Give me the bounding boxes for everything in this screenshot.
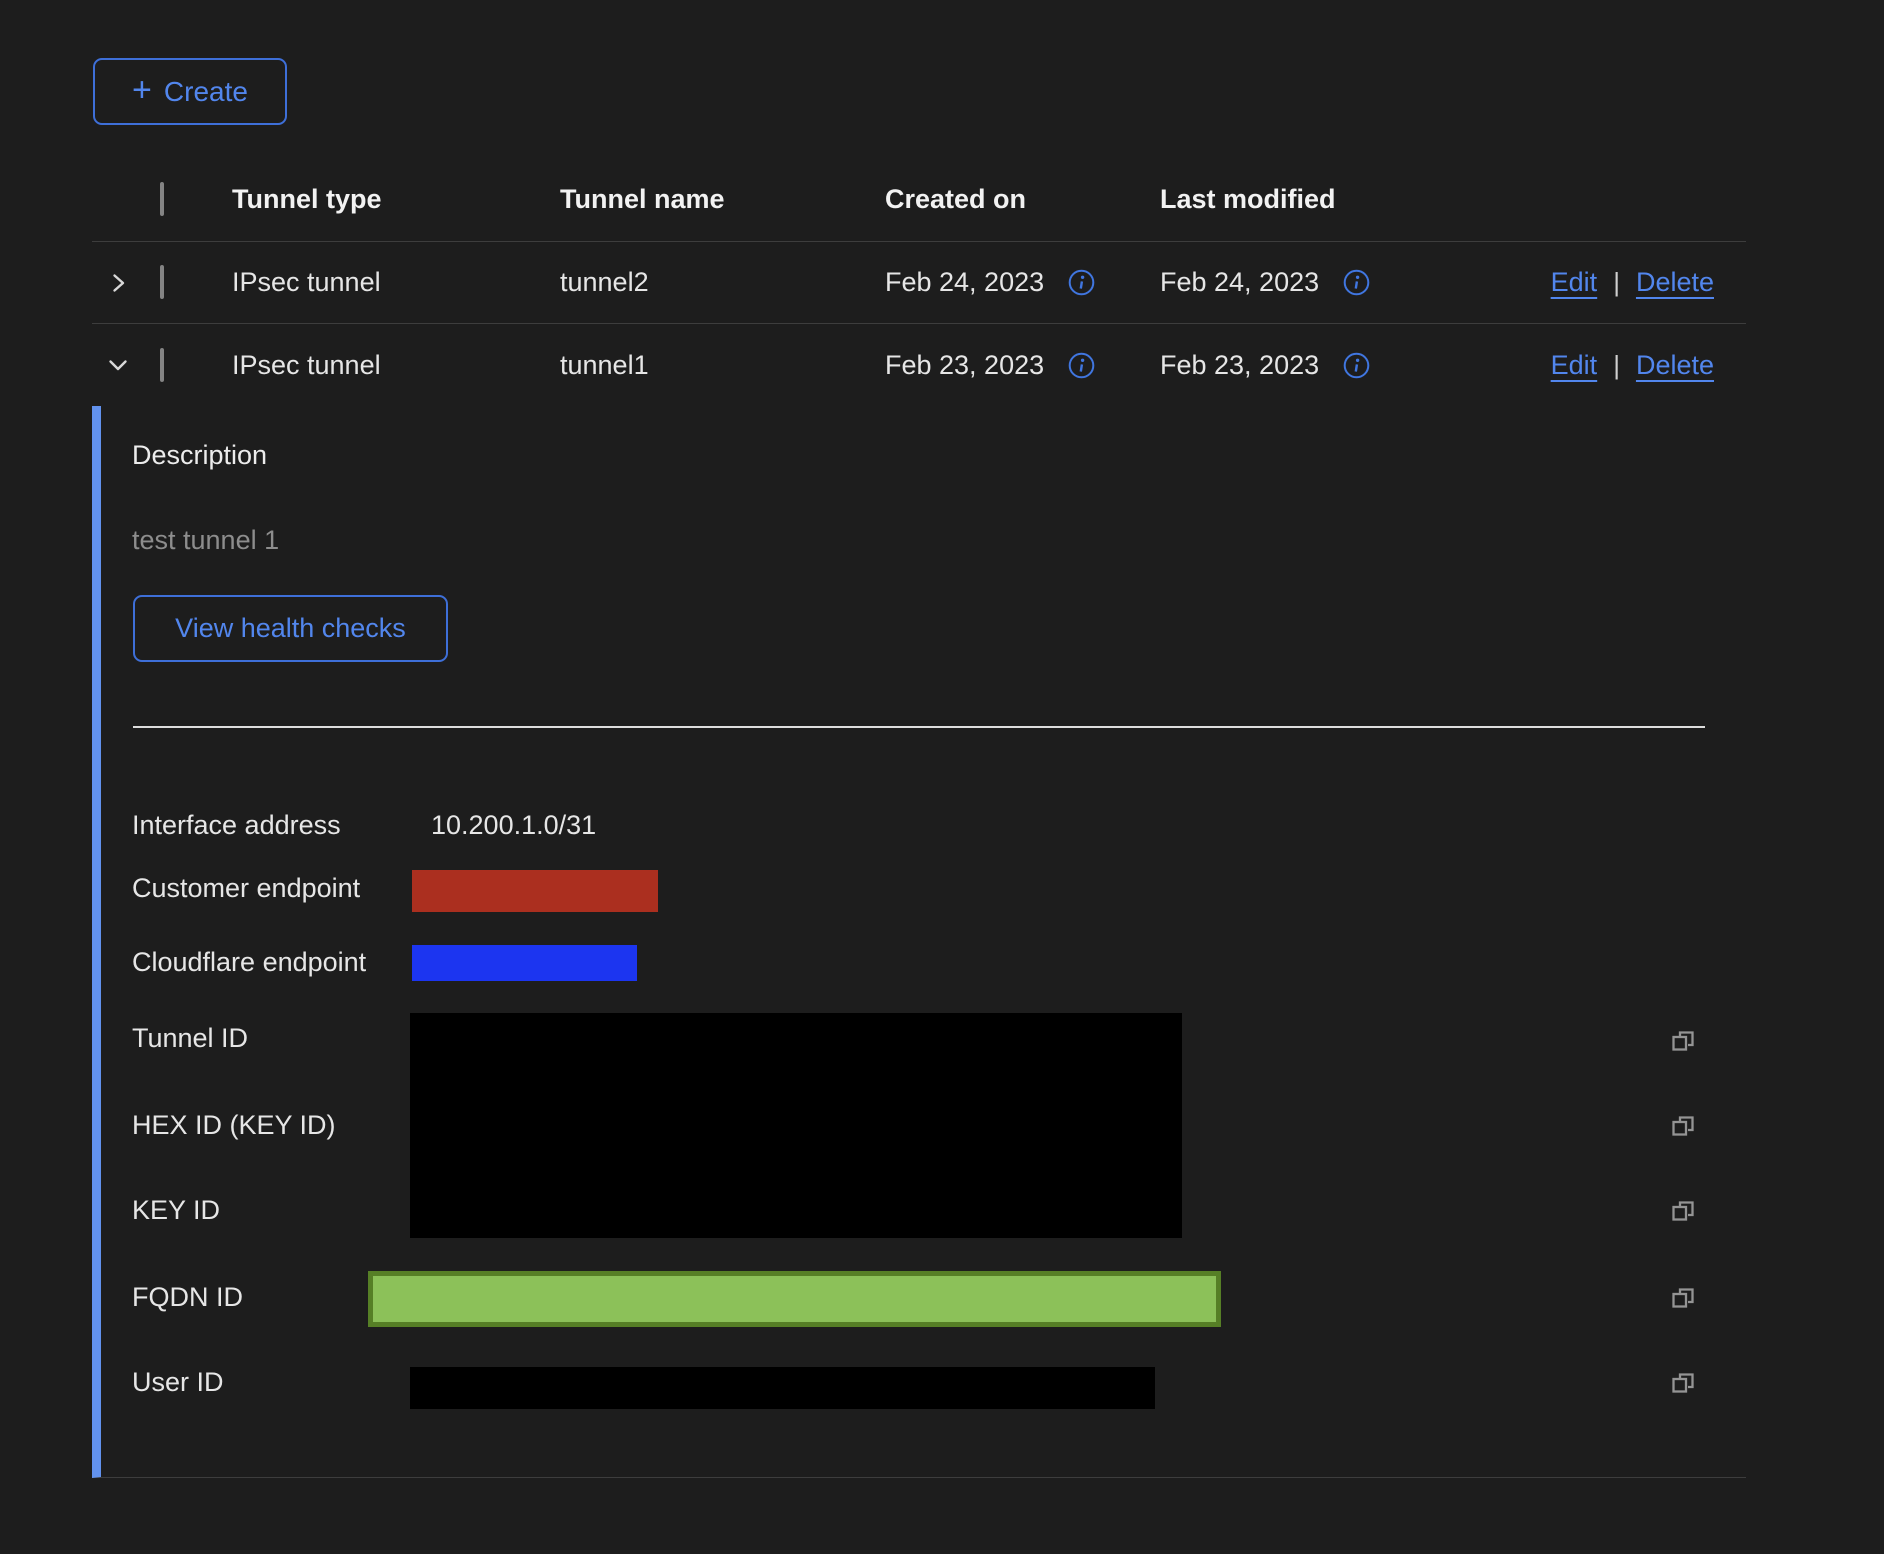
view-health-checks-label: View health checks [175, 613, 406, 644]
info-icon[interactable] [1343, 352, 1370, 379]
id-group-redacted-values [410, 1013, 1182, 1238]
copy-fqdn-id-button[interactable] [1668, 1282, 1698, 1312]
cloudflare-endpoint-redacted-value [412, 945, 637, 981]
tunnel-type-value: IPsec tunnel [232, 350, 560, 381]
hex-id-label: HEX ID (KEY ID) [132, 1108, 336, 1142]
description-value: test tunnel 1 [132, 525, 279, 556]
ipsec-tunnels-page: + Create Tunnel type Tunnel name Created… [0, 0, 1884, 1554]
info-icon[interactable] [1068, 352, 1095, 379]
customer-endpoint-redacted-value [412, 870, 658, 912]
key-id-label: KEY ID [132, 1193, 220, 1227]
chevron-right-icon[interactable] [106, 271, 130, 295]
header-last-modified: Last modified [1160, 184, 1540, 215]
created-on-value: Feb 24, 2023 [885, 267, 1044, 298]
user-id-redacted-value [410, 1367, 1155, 1409]
delete-link[interactable]: Delete [1636, 350, 1714, 381]
copy-icon [1668, 1282, 1698, 1312]
tunnel-details-panel: Description test tunnel 1 View health ch… [92, 406, 1746, 1478]
link-separator: | [1613, 267, 1620, 298]
copy-icon [1668, 1195, 1698, 1225]
delete-link[interactable]: Delete [1636, 267, 1714, 298]
header-created-on: Created on [885, 184, 1160, 215]
copy-user-id-button[interactable] [1668, 1367, 1698, 1397]
copy-icon [1668, 1367, 1698, 1397]
header-tunnel-type: Tunnel type [232, 184, 560, 215]
fqdn-id-label: FQDN ID [132, 1280, 243, 1314]
row-checkbox[interactable] [160, 265, 164, 299]
create-button[interactable]: + Create [93, 58, 287, 125]
copy-icon [1668, 1110, 1698, 1140]
row-checkbox[interactable] [160, 348, 164, 382]
view-health-checks-button[interactable]: View health checks [133, 595, 448, 662]
edit-link[interactable]: Edit [1551, 267, 1598, 298]
interface-address-label: Interface address [132, 808, 341, 842]
created-on-value: Feb 23, 2023 [885, 350, 1044, 381]
edit-link[interactable]: Edit [1551, 350, 1598, 381]
table-row: IPsec tunnel tunnel2 Feb 24, 2023 Feb 24… [92, 242, 1746, 324]
table-row: IPsec tunnel tunnel1 Feb 23, 2023 Feb 23… [92, 324, 1746, 406]
tunnel-name-value: tunnel1 [560, 350, 885, 381]
tunnels-table: Tunnel type Tunnel name Created on Last … [92, 158, 1746, 406]
tunnel-type-value: IPsec tunnel [232, 267, 560, 298]
plus-icon: + [132, 73, 152, 107]
link-separator: | [1613, 350, 1620, 381]
table-header-row: Tunnel type Tunnel name Created on Last … [92, 158, 1746, 242]
copy-key-id-button[interactable] [1668, 1195, 1698, 1225]
copy-tunnel-id-button[interactable] [1668, 1025, 1698, 1055]
tunnel-name-value: tunnel2 [560, 267, 885, 298]
customer-endpoint-label: Customer endpoint [132, 871, 360, 905]
interface-address-value: 10.200.1.0/31 [431, 808, 596, 842]
info-icon[interactable] [1343, 269, 1370, 296]
fqdn-id-redacted-value [368, 1271, 1221, 1327]
cloudflare-endpoint-label: Cloudflare endpoint [132, 945, 366, 979]
create-button-label: Create [164, 76, 248, 108]
select-all-checkbox[interactable] [160, 182, 164, 216]
tunnel-id-label: Tunnel ID [132, 1021, 248, 1055]
header-tunnel-name: Tunnel name [560, 184, 885, 215]
section-divider [133, 726, 1705, 728]
copy-icon [1668, 1025, 1698, 1055]
chevron-down-icon[interactable] [106, 353, 130, 377]
description-label: Description [132, 440, 267, 471]
user-id-label: User ID [132, 1365, 224, 1399]
last-modified-value: Feb 23, 2023 [1160, 350, 1319, 381]
copy-hex-id-button[interactable] [1668, 1110, 1698, 1140]
last-modified-value: Feb 24, 2023 [1160, 267, 1319, 298]
info-icon[interactable] [1068, 269, 1095, 296]
